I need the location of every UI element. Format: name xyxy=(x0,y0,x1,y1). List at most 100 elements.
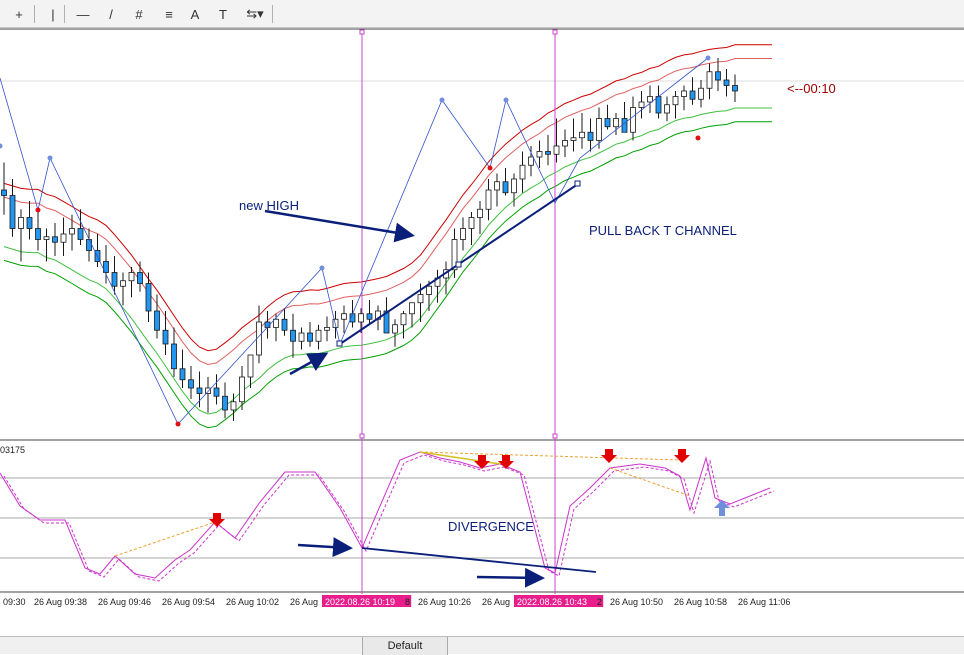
vertical-line-icon[interactable]: | xyxy=(42,4,64,24)
candle-body xyxy=(519,164,526,180)
text-icon[interactable]: A xyxy=(184,4,206,24)
price-chart[interactable]: new HIGH PULL BACK T CHANNEL <--00:10 03175… xyxy=(0,28,964,614)
swing-low-dot xyxy=(175,421,181,427)
trendline-icon[interactable]: / xyxy=(100,4,122,24)
oscillator-value-label: 03175 xyxy=(0,445,25,455)
candle-body xyxy=(579,131,585,139)
divergence-arrow xyxy=(476,567,545,588)
candle-body xyxy=(1,189,7,196)
fibonacci-expansion-icon[interactable]: # xyxy=(128,4,150,24)
fibonacci-fan-icon[interactable]: ≡ xyxy=(158,4,180,24)
candle-body xyxy=(698,87,704,100)
swing-high-dot xyxy=(503,97,509,103)
candle-body xyxy=(732,85,738,92)
chart-area[interactable]: new HIGH PULL BACK T CHANNEL <--00:10 03175… xyxy=(0,28,964,614)
new-high-arrow xyxy=(264,209,415,243)
candle-body xyxy=(647,96,653,103)
separator-handle xyxy=(359,29,365,35)
price-divergence-line xyxy=(361,547,597,573)
buy-arrow-icon xyxy=(714,500,730,516)
x-axis-label: 26 Aug 10:02 xyxy=(226,597,279,607)
candle-body xyxy=(273,318,279,328)
candle-body xyxy=(613,118,619,128)
x-axis-label: 09:30 xyxy=(3,597,26,607)
x-axis-label: 26 Aug 10:58 xyxy=(674,597,727,607)
chart-tab-bar: Default xyxy=(0,636,964,655)
candle-body xyxy=(111,272,118,287)
swing-low-dot xyxy=(487,165,493,171)
candle-body xyxy=(409,302,415,315)
candle-body xyxy=(681,90,687,97)
candle-body xyxy=(230,401,237,411)
candle-body xyxy=(188,379,194,389)
swing-high-dot xyxy=(0,143,3,149)
x-axis-label: 8 xyxy=(405,597,410,607)
oscillator-line xyxy=(0,451,771,579)
channel-anchor xyxy=(336,340,343,347)
lower-band-inner xyxy=(3,107,772,415)
upper-band-outer xyxy=(3,44,772,352)
drawing-toolbar: + | — / # ≡ A T ⇆▾ xyxy=(0,0,964,28)
separator-handle xyxy=(552,433,558,439)
candle-body xyxy=(341,313,347,320)
candle-body xyxy=(511,178,517,194)
candle-body xyxy=(205,387,211,394)
candle-body xyxy=(477,208,483,218)
candle-body xyxy=(485,189,492,210)
sell-arrow-icon xyxy=(498,455,514,469)
candle-body xyxy=(128,272,135,282)
toolbar-separator xyxy=(34,5,35,23)
horizontal-line-icon[interactable]: — xyxy=(72,4,94,24)
pullback-arrow xyxy=(289,352,329,376)
swing-high-dot xyxy=(47,155,53,161)
candle-body xyxy=(596,118,602,141)
candle-body xyxy=(86,239,92,251)
candle-body xyxy=(366,313,373,320)
swing-low-dot xyxy=(35,207,41,213)
x-axis-label: 26 Aug 09:46 xyxy=(98,597,151,607)
sell-arrow-icon xyxy=(209,513,225,527)
candle-body xyxy=(290,329,296,342)
candle-body xyxy=(545,151,551,155)
candle-body xyxy=(417,294,424,304)
candle-body xyxy=(137,272,143,284)
candle-body xyxy=(664,104,670,114)
divergence-line xyxy=(419,451,681,461)
candle-body xyxy=(553,145,560,155)
candle-body xyxy=(18,217,24,229)
candle-body xyxy=(655,96,662,114)
candle-body xyxy=(494,181,500,191)
divergence-label: DIVERGENCE xyxy=(448,519,534,534)
candle-body xyxy=(162,329,169,345)
candle-body xyxy=(400,313,407,326)
candle-body xyxy=(179,368,186,381)
pullback-label: PULL BACK T CHANNEL xyxy=(589,223,737,238)
divergence-arrow xyxy=(297,537,353,558)
candle-body xyxy=(672,96,679,106)
x-axis-label: 26 Aug 10:26 xyxy=(418,597,471,607)
lower-band-outer xyxy=(3,121,772,429)
sell-arrow-icon xyxy=(674,449,690,463)
candle-body xyxy=(315,329,322,342)
toolbar-separator xyxy=(64,5,65,23)
tab-default[interactable]: Default xyxy=(362,637,448,655)
candle-body xyxy=(43,236,50,240)
candle-body xyxy=(706,71,713,89)
candle-body xyxy=(60,233,67,243)
countdown-label: <--00:10 xyxy=(787,81,836,96)
candle-body xyxy=(69,228,75,235)
candle-body xyxy=(460,228,466,240)
candle-body xyxy=(689,90,696,100)
swing-high-dot xyxy=(705,55,711,61)
candle-body xyxy=(35,228,41,240)
crosshair-icon[interactable]: + xyxy=(8,4,30,24)
arrows-dropdown-icon[interactable]: ⇆▾ xyxy=(240,4,270,24)
separator-handle xyxy=(359,433,365,439)
swing-low-dot xyxy=(695,135,701,141)
x-axis-label: 2022.08.26 10:19 xyxy=(325,597,395,607)
divergence-line xyxy=(609,467,691,497)
text-label-icon[interactable]: T xyxy=(212,4,234,24)
sell-arrow-icon xyxy=(601,449,617,463)
candle-body xyxy=(307,332,313,342)
candle-body xyxy=(468,217,475,229)
